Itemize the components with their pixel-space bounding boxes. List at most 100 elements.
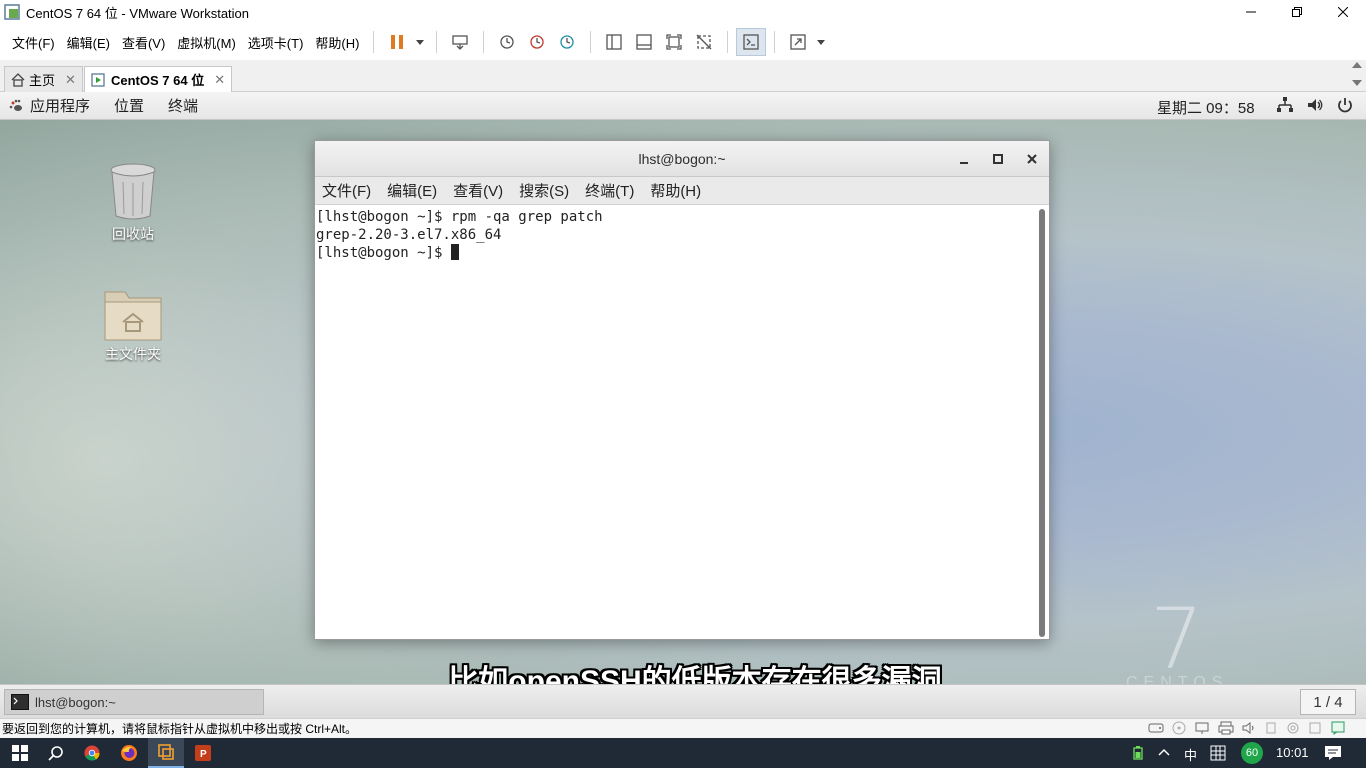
usb-icon[interactable] <box>1264 721 1278 735</box>
terminal-icon <box>11 694 29 710</box>
network-icon[interactable] <box>1276 96 1294 114</box>
show-library-button[interactable] <box>599 28 629 56</box>
gnome-top-bar: 应用程序 位置 终端 星期二 09：58 <box>0 92 1366 120</box>
tab-close-icon[interactable]: ✕ <box>65 72 76 88</box>
menu-view[interactable]: 查看(V) <box>116 33 171 52</box>
gnome-clock[interactable]: 星期二 09：58 <box>1157 97 1255 118</box>
restore-button[interactable] <box>1274 0 1320 24</box>
menu-tabs[interactable]: 选项卡(T) <box>242 33 310 52</box>
console-view-button[interactable] <box>736 28 767 56</box>
terminal-line: grep-2.20-3.el7.x86_64 <box>316 227 502 243</box>
centos-brand-wordmark: CENTOS <box>1126 674 1229 684</box>
tab-centos[interactable]: CentOS 7 64 位 ✕ <box>84 66 233 92</box>
menu-help[interactable]: 帮助(H) <box>309 33 365 52</box>
terminal-cursor <box>450 244 459 260</box>
gnome-places-menu[interactable]: 位置 <box>114 95 144 116</box>
send-ctrl-alt-del-button[interactable] <box>445 28 475 56</box>
pause-button[interactable] <box>382 28 412 56</box>
taskbar-chrome[interactable] <box>74 738 110 768</box>
desktop-icon-trash[interactable]: 回收站 <box>83 162 183 244</box>
windows-taskbar: P 中 60 10:01 <box>0 738 1366 768</box>
terminal-title-bar[interactable]: lhst@bogon:~ <box>315 141 1049 177</box>
snapshot-revert-button[interactable] <box>522 28 552 56</box>
windows-logo-icon <box>12 745 28 761</box>
terminal-menu-terminal[interactable]: 终端(T) <box>585 180 634 201</box>
menu-vm[interactable]: 虚拟机(M) <box>171 33 242 52</box>
home-icon <box>11 72 25 87</box>
ime-grid-icon[interactable] <box>1210 745 1226 761</box>
gnome-window-list: lhst@bogon:~ 1 / 4 <box>0 684 1366 718</box>
close-button[interactable] <box>1320 0 1366 24</box>
desktop-icon-home-label: 主文件夹 <box>105 346 161 362</box>
terminal-maximize-icon[interactable] <box>990 151 1006 167</box>
toolbar-separator <box>590 31 592 53</box>
terminal-scrollbar[interactable] <box>1039 209 1045 637</box>
chevron-up-icon[interactable] <box>1158 748 1170 756</box>
chevron-down-icon <box>1352 80 1362 86</box>
desktop-icon-home[interactable]: 主文件夹 <box>83 284 183 364</box>
ime-indicator[interactable]: 中 <box>1184 745 1197 764</box>
terminal-output[interactable]: [lhst@bogon ~]$ rpm -qa grep patch grep-… <box>315 206 1037 639</box>
gnome-applications-menu[interactable]: 应用程序 <box>30 95 90 116</box>
show-thumbnail-button[interactable] <box>629 28 659 56</box>
vmware-toolbar: 文件(F) 编辑(E) 查看(V) 虚拟机(M) 选项卡(T) 帮助(H) <box>0 24 1366 60</box>
workspace-pager[interactable]: 1 / 4 <box>1300 689 1356 715</box>
printer-icon[interactable] <box>1218 721 1234 735</box>
vmware-taskbar-icon <box>158 744 174 760</box>
minimize-button[interactable] <box>1228 0 1274 24</box>
unity-button[interactable] <box>689 28 719 56</box>
snapshot-icon <box>500 35 515 49</box>
tab-home[interactable]: 主页 ✕ <box>4 66 83 92</box>
tab-close-icon[interactable]: ✕ <box>214 72 225 88</box>
terminal-menu-search[interactable]: 搜索(S) <box>519 180 569 201</box>
stretch-guest-button[interactable] <box>783 28 813 56</box>
security-badge[interactable]: 60 <box>1241 742 1263 764</box>
taskbar-powerpoint[interactable]: P <box>185 738 221 768</box>
taskbar-clock[interactable]: 10:01 <box>1276 745 1309 760</box>
snapshot-manager-icon <box>560 35 575 49</box>
stretch-dropdown[interactable] <box>813 28 829 56</box>
cd-rom-icon[interactable] <box>1172 721 1186 735</box>
trash-icon <box>110 163 156 220</box>
tab-scroll-arrows[interactable] <box>1352 62 1362 90</box>
network-adapter-icon[interactable] <box>1194 721 1210 735</box>
snapshot-manager-button[interactable] <box>552 28 582 56</box>
message-icon[interactable] <box>1330 721 1346 735</box>
taskbar-firefox[interactable] <box>111 738 147 768</box>
desktop-icon-trash-label: 回收站 <box>112 226 154 242</box>
terminal-menu-help[interactable]: 帮助(H) <box>650 180 701 201</box>
power-icon[interactable] <box>1336 96 1354 114</box>
display-icon[interactable] <box>1308 721 1322 735</box>
chevron-down-icon <box>817 39 826 45</box>
terminal-menu-file[interactable]: 文件(F) <box>322 180 371 201</box>
console-icon <box>743 34 760 50</box>
full-screen-button[interactable] <box>659 28 689 56</box>
gnome-terminal-app-menu[interactable]: 终端 <box>168 95 198 116</box>
powerpoint-icon: P <box>195 745 211 761</box>
terminal-window: lhst@bogon:~ 文件(F) 编辑(E) 查看(V) 搜索(S) 终端(… <box>314 140 1050 640</box>
camera-icon[interactable] <box>1286 721 1300 735</box>
terminal-menubar: 文件(F) 编辑(E) 查看(V) 搜索(S) 终端(T) 帮助(H) <box>315 177 1049 205</box>
power-dropdown[interactable] <box>412 28 428 56</box>
window-list-item-terminal[interactable]: lhst@bogon:~ <box>4 689 264 715</box>
keyboard-icon <box>452 35 469 50</box>
vmware-app-icon <box>4 4 20 20</box>
search-button[interactable] <box>38 738 74 768</box>
snapshot-take-button[interactable] <box>492 28 522 56</box>
terminal-minimize-icon[interactable] <box>956 151 972 167</box>
terminal-menu-edit[interactable]: 编辑(E) <box>387 180 437 201</box>
battery-icon[interactable] <box>1133 746 1143 760</box>
taskbar-vmware[interactable] <box>148 738 184 768</box>
unity-icon <box>696 34 712 50</box>
menu-file[interactable]: 文件(F) <box>6 33 61 52</box>
start-button[interactable] <box>2 738 38 768</box>
terminal-menu-view[interactable]: 查看(V) <box>453 180 503 201</box>
terminal-prompt-line: [lhst@bogon ~]$ <box>316 244 1036 262</box>
hard-disk-icon[interactable] <box>1148 721 1164 735</box>
terminal-close-icon[interactable] <box>1024 151 1040 167</box>
notification-icon[interactable] <box>1324 745 1342 761</box>
volume-icon[interactable] <box>1306 96 1324 114</box>
menu-edit[interactable]: 编辑(E) <box>61 33 116 52</box>
sound-card-icon[interactable] <box>1242 721 1256 735</box>
search-icon <box>48 746 63 761</box>
